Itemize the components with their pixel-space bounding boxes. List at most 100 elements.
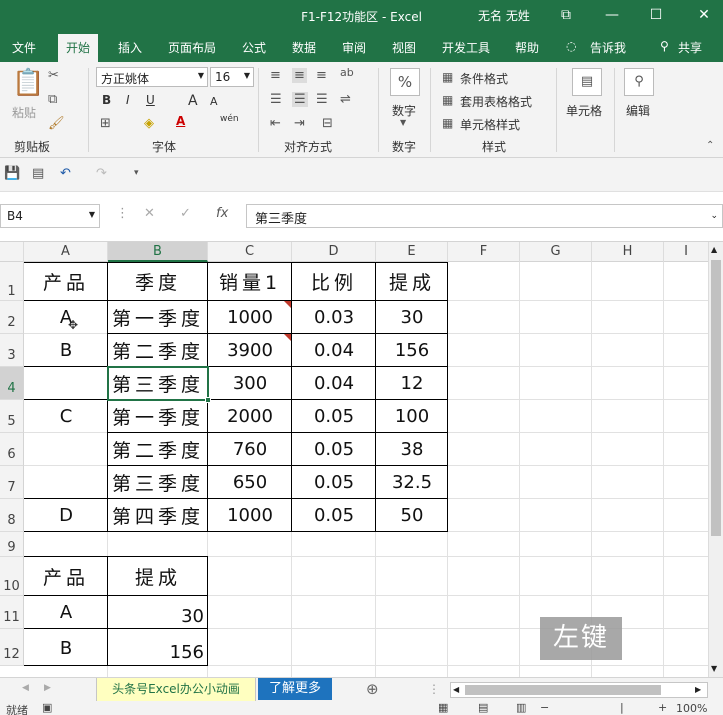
tab-help[interactable]: 帮助 [515,39,539,56]
border-icon[interactable]: ⊞ [100,116,111,131]
macro-record-icon[interactable]: ▣ [42,701,52,714]
scroll-up-icon[interactable]: ▲ [711,245,717,254]
fill-color-icon[interactable]: ◈ [144,116,154,131]
row-header-9[interactable]: 9 [0,532,24,557]
tab-home[interactable]: 开始 [58,34,99,62]
table-cell[interactable]: 12 [376,367,448,399]
conditional-format-button[interactable]: 条件格式 [460,70,508,87]
table-cell[interactable]: 第四季度 [108,499,208,531]
copy-icon[interactable]: ⧉ [48,92,57,107]
horizontal-scrollbar[interactable]: ◀ ▶ [450,682,708,698]
editing-button[interactable]: 编辑 [626,102,650,119]
row-header-7[interactable]: 7 [0,466,24,499]
table-header-cell[interactable]: 产品 [24,557,108,595]
sheet-next-icon[interactable]: ▶ [44,683,51,693]
table-cell[interactable] [24,433,108,465]
zoom-out-icon[interactable]: − [540,701,549,714]
table-cell[interactable]: 第二季度 [108,433,208,465]
table-cell[interactable]: 38 [376,433,448,465]
add-sheet-icon[interactable]: ⊕ [366,680,379,698]
table-cell[interactable]: 0.05 [292,400,376,432]
scroll-right-icon[interactable]: ▶ [695,685,701,694]
row-header-11[interactable]: 11 [0,596,24,629]
row-header-10[interactable]: 10 [0,557,24,596]
row-header-2[interactable]: 2 [0,301,24,334]
format-as-table-button[interactable]: 套用表格格式 [460,93,532,110]
table-header-cell[interactable]: 提成 [108,557,208,595]
expand-formula-icon[interactable]: ⌄ [710,211,718,221]
fill-handle[interactable] [205,397,211,403]
row-header-1[interactable]: 1 [0,262,24,301]
tab-review[interactable]: 审阅 [342,39,366,56]
table-cell[interactable]: 0.05 [292,466,376,498]
table-cell[interactable]: 2000 [208,400,292,432]
comment-indicator-icon[interactable] [284,334,291,341]
align-top-icon[interactable]: ≡ [270,68,281,83]
sheet-tab-active[interactable]: 头条号Excel办公小动画 [96,678,256,702]
table-cell[interactable]: 32.5 [376,466,448,498]
table-cell[interactable]: B [24,632,108,664]
cell-styles-button[interactable]: 单元格样式 [460,116,520,133]
table-cell[interactable]: 300 [208,367,292,399]
column-header-d[interactable]: D [292,242,376,262]
collapse-ribbon-icon[interactable]: ⌃ [706,140,714,151]
bold-button[interactable]: B [102,93,111,107]
search-icon[interactable]: ⚲ [624,68,654,96]
phonetic-button[interactable]: wén [220,114,239,124]
font-color-button[interactable]: A [176,114,185,128]
row-header-6[interactable]: 6 [0,433,24,466]
italic-button[interactable]: I [126,93,130,107]
vertical-scrollbar[interactable]: ▲ ▼ [708,242,723,678]
table-cell[interactable]: C [24,400,108,432]
table-cell[interactable]: 156 [376,334,448,366]
align-middle-icon[interactable]: ≡ [292,68,307,83]
sheet-prev-icon[interactable]: ◀ [22,683,29,693]
table-cell[interactable]: 0.05 [292,433,376,465]
customize-qat-icon[interactable]: ▾ [134,168,139,178]
table-cell[interactable]: 100 [376,400,448,432]
insert-function-button[interactable]: fx [216,206,228,221]
table-header-cell[interactable]: 销量1 [208,262,292,300]
formula-input[interactable]: 第三季度 ⌄ [246,204,723,228]
tab-data[interactable]: 数据 [292,39,316,56]
column-header-c[interactable]: C [208,242,292,262]
percent-icon[interactable]: % [390,68,420,96]
table-cell[interactable]: 1000 [208,301,292,333]
minimize-button[interactable]: — [602,6,622,24]
active-cell-b4[interactable]: 第三季度 [107,366,209,401]
font-name-combo[interactable]: 方正姚体 ▼ [96,67,208,87]
table-cell[interactable]: 第三季度 [108,466,208,498]
table-cell[interactable] [24,466,108,498]
table-header-cell[interactable]: 提成 [376,262,448,300]
grow-font-button[interactable]: A [188,93,198,109]
align-left-icon[interactable]: ☰ [270,92,282,107]
table-cell[interactable]: 0.04 [292,367,376,399]
name-box[interactable]: B4 ▼ [0,204,100,228]
font-size-combo[interactable]: 16 ▼ [210,67,254,87]
normal-view-icon[interactable]: ▦ [438,701,448,714]
merge-center-icon[interactable]: ⊟ [322,116,333,131]
ribbon-display-options-button[interactable]: ⧉ [556,6,576,24]
learn-more-tab[interactable]: 了解更多 [258,678,332,700]
column-header-e[interactable]: E [376,242,448,262]
row-header-8[interactable]: 8 [0,499,24,532]
cells-button[interactable]: 单元格 [566,102,602,119]
table-cell[interactable]: 650 [208,466,292,498]
tell-me-search[interactable]: 告诉我 [590,39,626,56]
table-cell[interactable]: 0.03 [292,301,376,333]
column-header-i[interactable]: I [664,242,708,262]
user-name[interactable]: 无名 无姓 [478,7,530,24]
column-header-b[interactable]: B [108,242,208,262]
undo-icon[interactable]: ↶ [60,166,71,181]
align-bottom-icon[interactable]: ≡ [316,68,327,83]
row-header-5[interactable]: 5 [0,400,24,433]
zoom-slider[interactable]: | [620,701,624,714]
table-cell[interactable]: 760 [208,433,292,465]
decrease-indent-icon[interactable]: ⇤ [270,116,281,131]
cells-icon[interactable]: ▤ [572,68,602,96]
zoom-in-icon[interactable]: + [658,701,667,714]
hscroll-thumb[interactable] [465,685,661,695]
zoom-level[interactable]: 100% [676,702,707,715]
column-header-g[interactable]: G [520,242,592,262]
table-cell[interactable]: 30 [108,600,208,632]
